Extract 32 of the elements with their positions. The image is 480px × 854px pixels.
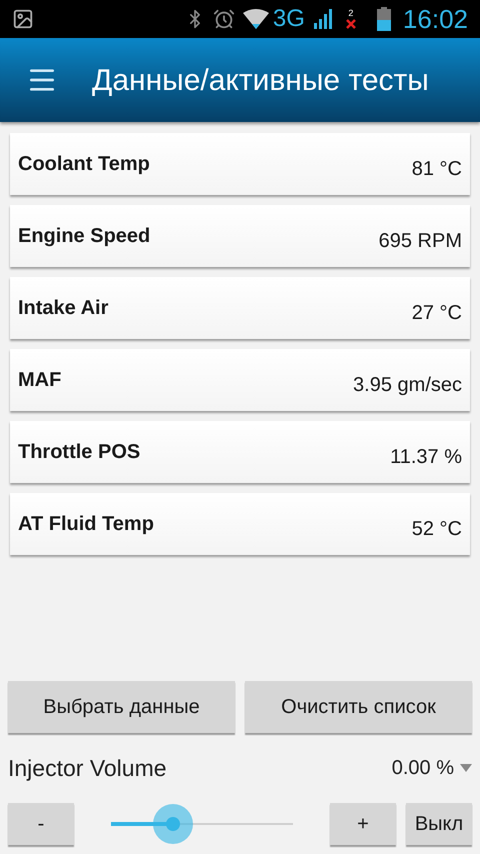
signal-icon: [312, 9, 333, 29]
reading-name: Throttle POS: [18, 440, 140, 465]
reading-name: MAF: [18, 368, 62, 393]
reading-value: 3.95 gm/sec: [353, 373, 462, 398]
sim-slot-number: 2: [348, 8, 354, 18]
reading-name: AT Fluid Temp: [18, 512, 154, 537]
battery-icon: [376, 7, 391, 31]
network-type: 3G: [272, 4, 305, 34]
action-button[interactable]: Очистить список: [245, 681, 472, 733]
test-value: 0.00 %: [392, 756, 454, 781]
reading-value: 11.37 %: [390, 445, 462, 470]
clock: 16:02: [402, 2, 468, 36]
slider[interactable]: [111, 803, 293, 845]
reading-name: Engine Speed: [18, 224, 150, 249]
decrease-button[interactable]: -: [8, 803, 74, 845]
wifi-icon: [242, 9, 269, 29]
reading-value: 81 °C: [412, 157, 462, 182]
action-button[interactable]: Выбрать данные: [8, 681, 235, 733]
reading-name: Intake Air: [18, 296, 108, 321]
reading-name: Coolant Temp: [18, 152, 150, 177]
app-title: Данные/активные тесты: [92, 62, 429, 98]
reading-value: 695 RPM: [378, 229, 462, 254]
alarm-icon: [212, 8, 235, 30]
slider-thumb[interactable]: [152, 804, 193, 844]
test-name: Injector Volume: [8, 754, 167, 783]
dropdown-caret-icon[interactable]: [460, 764, 472, 772]
reading-value: 27 °C: [412, 301, 462, 326]
image-icon: [12, 8, 34, 30]
off-button[interactable]: Выкл: [406, 803, 472, 845]
no-signal-icon: [344, 18, 357, 30]
reading-value: 52 °C: [412, 517, 462, 542]
increase-button[interactable]: +: [330, 803, 396, 845]
